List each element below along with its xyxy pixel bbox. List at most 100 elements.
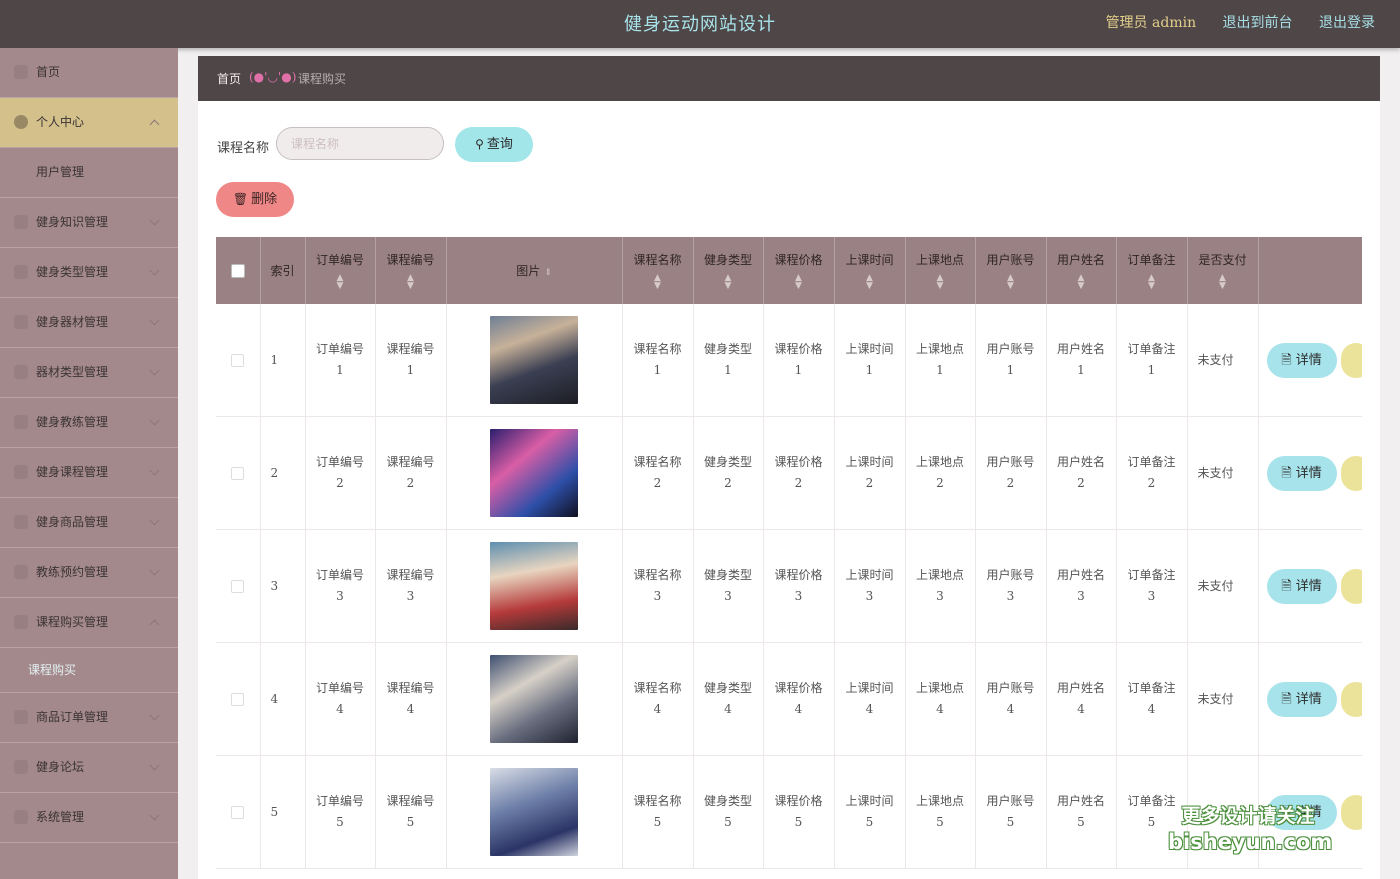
sort-icon[interactable]: ▲ ▼	[1117, 274, 1187, 291]
query-button[interactable]: ⚲ 查询	[455, 127, 533, 162]
sidebar-item-goods-order[interactable]: 商品订单管理	[0, 693, 178, 743]
sidebar-item-label: 商品订单管理	[36, 710, 109, 724]
order-icon	[14, 710, 28, 724]
cell-text: 3	[865, 589, 874, 603]
detail-button[interactable]: 🗎 详情	[1266, 568, 1337, 604]
cell-price: 课程价格 3	[763, 529, 835, 643]
main-panel: 课程名称 ⚲查询 🗑删除 索引 订单编号 ▲▼ 课程编号 ▲▼ 图片⇕ 课程名称 ▲▼	[198, 101, 1380, 879]
cell-text: 课程名称	[633, 681, 682, 695]
sort-icon[interactable]: ▲ ▼	[1047, 274, 1116, 291]
cell-text: 3	[724, 589, 732, 603]
course-thumbnail[interactable]	[490, 429, 578, 517]
sidebar-item-label: 健身论坛	[36, 760, 85, 774]
edit-button[interactable]	[1340, 455, 1362, 491]
cell-text: 订单备注	[1127, 342, 1176, 356]
sidebar-item-course-purchase[interactable]: 课程购买	[0, 648, 178, 693]
query-button-label: 查询	[486, 137, 513, 152]
header-remark[interactable]: 订单备注 ▲ ▼	[1116, 237, 1188, 304]
course-thumbnail[interactable]	[490, 768, 578, 856]
select-all-checkbox[interactable]	[230, 263, 245, 278]
row-checkbox[interactable]	[231, 805, 245, 819]
row-select	[216, 642, 261, 756]
row-checkbox[interactable]	[231, 466, 245, 480]
sidebar-item-knowledge[interactable]: 健身知识管理	[0, 198, 178, 248]
header-order-no[interactable]: 订单编号 ▲ ▼	[305, 237, 376, 304]
course-name-search-input[interactable]	[276, 127, 444, 160]
cell-text: 上课地点	[915, 681, 964, 695]
header-price[interactable]: 课程价格 ▲ ▼	[763, 237, 835, 304]
cell-course-name: 课程名称 1	[622, 304, 694, 417]
sidebar-item-purchase-management[interactable]: 课程购买管理	[0, 598, 178, 648]
document-icon: 🗎	[1281, 352, 1292, 368]
header-place[interactable]: 上课地点 ▲ ▼	[905, 237, 976, 304]
cell-text: 健身类型	[703, 794, 752, 808]
type-icon	[14, 265, 28, 279]
header-time[interactable]: 上课时间 ▲ ▼	[834, 237, 906, 304]
cell-username: 用户姓名 3	[1046, 529, 1117, 643]
sort-icon[interactable]: ▲ ▼	[906, 274, 975, 291]
table-row: 3 订单编号 3 课程编号 3 课程名称 3 健身类型 3 课程价格 3 上课时间 3 上课…	[216, 529, 1362, 643]
row-checkbox[interactable]	[231, 692, 245, 706]
header-course-name[interactable]: 课程名称 ▲ ▼	[622, 237, 694, 304]
sort-icon[interactable]: ▲ ▼	[694, 274, 763, 291]
sidebar-item-goods[interactable]: 健身商品管理	[0, 498, 178, 548]
equipment-icon	[14, 315, 28, 329]
header-paid[interactable]: 是否支付 ▲ ▼	[1187, 237, 1259, 304]
cell-fitness-type: 健身类型 2	[693, 416, 764, 530]
detail-button[interactable]: 🗎 详情	[1266, 681, 1337, 717]
sort-icon[interactable]: ▲ ▼	[764, 274, 834, 291]
sidebar-item-course[interactable]: 健身课程管理	[0, 448, 178, 498]
cell-text: 4	[936, 702, 944, 716]
cell-text: 5	[1006, 815, 1015, 829]
header-image[interactable]: 图片 ⇕	[446, 237, 623, 304]
sidebar-item-system[interactable]: 系统管理	[0, 793, 178, 843]
sidebar-item-forum[interactable]: 健身论坛	[0, 743, 178, 793]
detail-button[interactable]: 🗎 详情	[1266, 342, 1337, 378]
edit-button[interactable]	[1340, 568, 1362, 604]
sort-icon[interactable]: ▲ ▼	[623, 274, 693, 291]
cell-text: 5	[336, 815, 344, 829]
sidebar-item-home[interactable]: 首页	[0, 48, 178, 98]
sidebar-item-equipment[interactable]: 健身器材管理	[0, 298, 178, 348]
cell-text: 1	[653, 363, 662, 377]
header-username[interactable]: 用户姓名 ▲ ▼	[1046, 237, 1117, 304]
sort-icon[interactable]: ⇕	[544, 268, 552, 278]
sidebar-item-personal-center[interactable]: 个人中心	[0, 98, 178, 148]
cell-index: 5	[260, 755, 306, 869]
row-checkbox[interactable]	[231, 579, 245, 593]
sidebar-item-coach[interactable]: 健身教练管理	[0, 398, 178, 448]
search-icon: ⚲	[475, 137, 484, 151]
sort-icon[interactable]: ▲ ▼	[835, 274, 905, 291]
breadcrumb-home[interactable]: 首页	[217, 70, 241, 87]
sidebar-item-booking[interactable]: 教练预约管理	[0, 548, 178, 598]
sidebar-item-equipment-type[interactable]: 器材类型管理	[0, 348, 178, 398]
row-checkbox[interactable]	[231, 353, 245, 367]
sort-icon[interactable]: ▲ ▼	[376, 274, 446, 291]
back-to-front-link[interactable]: 退出到前台	[1223, 15, 1293, 31]
cell-account: 用户账号 1	[975, 304, 1047, 417]
header-account[interactable]: 用户账号 ▲ ▼	[975, 237, 1047, 304]
sort-icon[interactable]: ▲ ▼	[1188, 274, 1258, 291]
cell-text: 课程价格	[774, 794, 823, 808]
logout-link[interactable]: 退出登录	[1319, 15, 1375, 31]
delete-button[interactable]: 🗑 删除	[216, 182, 294, 217]
cell-text: 上课时间	[845, 342, 894, 356]
edit-button[interactable]	[1340, 794, 1362, 830]
sidebar-item-label: 健身类型管理	[36, 265, 109, 279]
header-course-no[interactable]: 课程编号 ▲ ▼	[375, 237, 447, 304]
edit-button[interactable]	[1340, 342, 1362, 378]
detail-button[interactable]: 🗎 详情	[1266, 455, 1337, 491]
sidebar-item-user-management[interactable]: 用户管理	[0, 148, 178, 198]
course-thumbnail[interactable]	[490, 316, 578, 404]
sort-icon[interactable]: ▲ ▼	[976, 274, 1046, 291]
sidebar: 首页 个人中心 用户管理 健身知识管理 健身类型管理 健身器材管理 器材类型管理…	[0, 48, 178, 879]
cell-course-no: 课程编号 2	[375, 416, 447, 530]
cell-course-no: 课程编号 5	[375, 755, 447, 869]
edit-button[interactable]	[1340, 681, 1362, 717]
sort-icon[interactable]: ▲ ▼	[306, 274, 375, 291]
course-thumbnail[interactable]	[490, 542, 578, 630]
cell-place: 上课地点 3	[905, 529, 976, 643]
header-fitness-type[interactable]: 健身类型 ▲ ▼	[693, 237, 764, 304]
course-thumbnail[interactable]	[490, 655, 578, 743]
sidebar-item-fitness-type[interactable]: 健身类型管理	[0, 248, 178, 298]
